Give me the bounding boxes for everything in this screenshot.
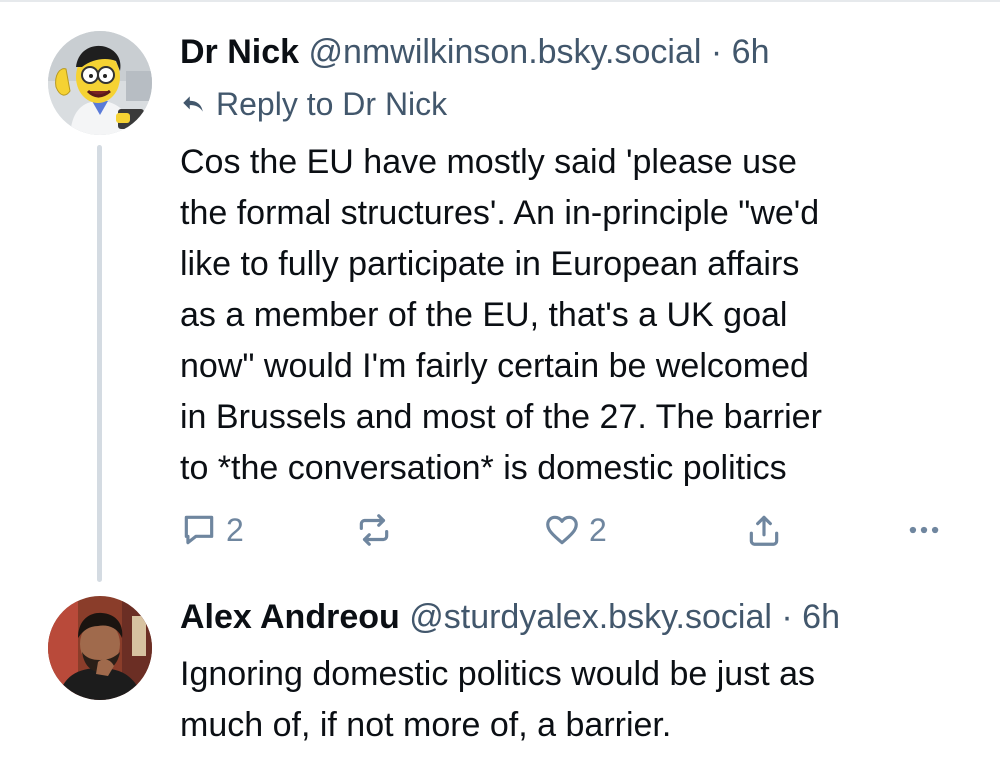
like-button[interactable]: 2: [543, 508, 607, 552]
post-text-line: Ignoring domestic politics would be just…: [180, 655, 815, 693]
ellipsis-icon: [909, 526, 939, 534]
avatar-image: [48, 31, 152, 135]
like-count: 2: [589, 511, 607, 548]
post-text-line: the formal structures'. An in-principle …: [180, 194, 820, 232]
avatar[interactable]: [48, 596, 152, 700]
post-time[interactable]: 6h: [802, 598, 840, 636]
author-handle[interactable]: @nmwilkinson.bsky.social: [309, 33, 702, 71]
author-name[interactable]: Alex Andreou: [180, 598, 400, 636]
post-text: Cos the EU have mostly said 'please use …: [180, 137, 980, 494]
thread-line: [97, 145, 102, 582]
post-text-line: much of, if not more of, a barrier.: [180, 706, 672, 744]
post-header: Alex Andreou @sturdyalex.bsky.social · 6…: [180, 597, 840, 637]
reply-to-label: Reply to Dr Nick: [216, 86, 448, 122]
separator-dot: ·: [781, 598, 793, 636]
post-text-line: like to fully participate in European af…: [180, 245, 800, 283]
repost-arrows-icon: [359, 514, 389, 546]
share-upload-icon: [749, 515, 779, 546]
post-text-line: in Brussels and most of the 27. The barr…: [180, 398, 822, 436]
share-button[interactable]: [745, 508, 783, 552]
post-text-line: Cos the EU have mostly said 'please use: [180, 143, 797, 181]
separator-dot: ·: [710, 33, 723, 71]
post-actions: 2 2: [180, 508, 950, 552]
heart-icon: [546, 515, 578, 545]
post-text: Ignoring domestic politics would be just…: [180, 649, 980, 751]
speech-bubble-icon: [184, 515, 214, 545]
reply-arrow-icon: [183, 96, 203, 112]
post-text-line: now" would I'm fairly certain be welcome…: [180, 347, 809, 385]
avatar-image: [48, 596, 152, 700]
reply-button[interactable]: 2: [180, 508, 244, 552]
post-text-line: as a member of the EU, that's a UK goal: [180, 296, 788, 334]
reply-count: 2: [226, 511, 244, 548]
post-dr-nick[interactable]: Dr Nick @nmwilkinson.bsky.social · 6h Re…: [0, 0, 1000, 585]
repost-button[interactable]: [355, 508, 393, 552]
post-text-line: to *the conversation* is domestic politi…: [180, 449, 787, 487]
author-name[interactable]: Dr Nick: [180, 33, 299, 71]
more-options-button[interactable]: [905, 508, 943, 552]
avatar[interactable]: [48, 31, 152, 135]
author-handle[interactable]: @sturdyalex.bsky.social: [409, 598, 772, 636]
post-header: Dr Nick @nmwilkinson.bsky.social · 6h: [180, 32, 769, 72]
reply-to-link[interactable]: Reply to Dr Nick: [180, 84, 447, 124]
post-time[interactable]: 6h: [732, 33, 770, 71]
